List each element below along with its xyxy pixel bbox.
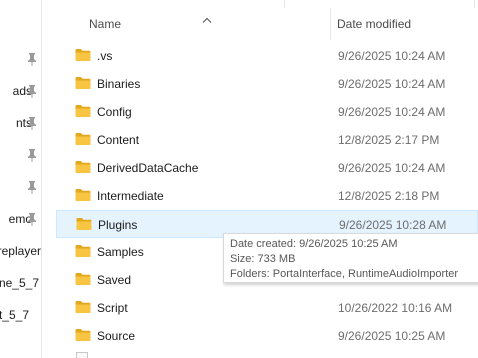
folder-icon <box>75 132 91 146</box>
nav-item[interactable]: ne_5_7 <box>0 273 41 297</box>
name-column-header[interactable]: Name <box>89 8 329 40</box>
pin-icon <box>27 212 37 226</box>
file-date-modified: 12/8/2025 2:17 PM <box>338 133 440 147</box>
file-name: DerivedDataCache <box>97 161 199 175</box>
file-row[interactable]: .vs 9/26/2025 10:24 AM <box>56 42 478 70</box>
file-row[interactable]: Content 12/8/2025 2:17 PM <box>56 126 478 154</box>
file-row[interactable]: DerivedDataCache 9/26/2025 10:24 AM <box>56 154 478 182</box>
file-name: Config <box>97 105 132 119</box>
folder-icon <box>75 160 91 174</box>
nav-item-label: ne_5_7 <box>0 276 39 290</box>
pin-icon <box>27 148 37 162</box>
file-name: Saved <box>97 273 132 287</box>
pin-icon <box>27 116 37 130</box>
pin-icon <box>27 84 37 98</box>
file-row[interactable]: Intermediate 12/8/2025 2:18 PM <box>56 182 478 210</box>
date-modified-column-header[interactable]: Date modified <box>337 8 478 40</box>
file-name: Script <box>97 301 128 315</box>
folder-icon <box>75 244 91 258</box>
folder-icon <box>75 328 91 342</box>
nav-item[interactable] <box>0 145 41 169</box>
column-divider[interactable] <box>330 8 331 40</box>
nav-item[interactable]: ads <box>0 81 41 105</box>
file-date-modified: 9/26/2025 10:24 AM <box>338 105 446 119</box>
file-date-modified: 9/26/2025 10:24 AM <box>338 49 446 63</box>
file-row[interactable]: Binaries 9/26/2025 10:24 AM <box>56 70 478 98</box>
folder-icon <box>75 188 91 202</box>
header-top-strip <box>56 0 478 8</box>
divider <box>284 0 285 8</box>
file-date-modified: 10/26/2022 10:16 AM <box>338 301 453 315</box>
folder-tooltip: Date created: 9/26/2025 10:25 AM Size: 7… <box>223 233 478 283</box>
tooltip-size: Size: 733 MB <box>230 253 296 265</box>
folder-icon <box>75 76 91 90</box>
folder-icon <box>75 104 91 118</box>
file-date-modified: 9/26/2025 10:25 AM <box>338 329 446 343</box>
file-name: Plugins <box>98 218 138 232</box>
nav-item[interactable]: replayer <box>0 241 41 265</box>
tooltip-date-created: Date created: 9/26/2025 10:25 AM <box>230 238 398 250</box>
file-name: Source <box>97 329 136 343</box>
pin-icon <box>27 52 37 66</box>
pin-icon <box>27 180 37 194</box>
nav-item-label: t_5_7 <box>0 308 29 322</box>
folder-icon <box>76 217 92 231</box>
nav-item[interactable] <box>0 49 41 73</box>
file-icon <box>76 352 88 358</box>
file-date-modified: 12/8/2025 2:18 PM <box>338 189 440 203</box>
file-date-modified: 9/26/2025 10:24 AM <box>338 161 446 175</box>
nav-item-label: replayer <box>0 244 41 258</box>
file-name: Content <box>97 133 140 147</box>
nav-item[interactable]: emo <box>0 209 41 233</box>
file-row[interactable]: Script 10/26/2022 10:16 AM <box>56 294 478 322</box>
file-name: Intermediate <box>97 189 164 203</box>
tooltip-folders: Folders: PortaInterface, RuntimeAudioImp… <box>230 268 459 280</box>
folder-icon <box>75 300 91 314</box>
nav-item[interactable]: t_5_7 <box>0 305 41 329</box>
divider <box>474 0 475 8</box>
folder-icon <box>75 272 91 286</box>
file-row[interactable]: Config 9/26/2025 10:24 AM <box>56 98 478 126</box>
file-date-modified: 9/26/2025 10:28 AM <box>339 218 447 232</box>
file-name: Samples <box>97 245 144 259</box>
column-header: Name Date modified <box>56 8 478 40</box>
folder-icon <box>75 48 91 62</box>
file-row[interactable]: Source 9/26/2025 10:25 AM <box>56 322 478 350</box>
file-name: Binaries <box>97 77 141 91</box>
nav-item[interactable] <box>0 177 41 201</box>
navigation-pane: ads nts emo replayer ne_5_7 t_5_7 <box>0 0 41 358</box>
pane-splitter[interactable] <box>41 0 55 358</box>
file-date-modified: 9/26/2025 10:24 AM <box>338 77 446 91</box>
file-list: Name Date modified .vs 9/26/2025 10:24 AM… <box>56 0 478 358</box>
nav-item[interactable]: nts <box>0 113 41 137</box>
file-name: .vs <box>97 49 113 63</box>
